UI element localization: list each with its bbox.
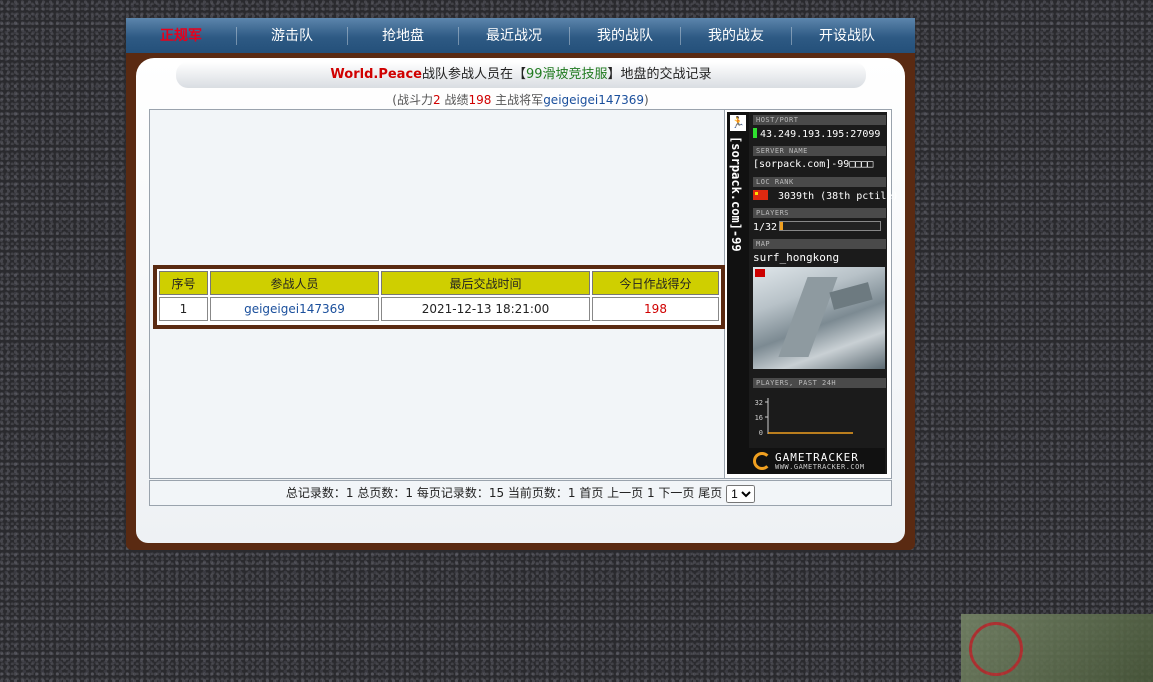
server-name-label: SERVER NAME [753, 146, 886, 156]
host-label: HOST/PORT [753, 115, 886, 125]
rank-value: 3039th (38th pctile) [753, 190, 898, 202]
team-stats: (战斗力2 战绩198 主战将军geigeigei147369) [136, 91, 905, 108]
nav-grab-territory[interactable]: 抢地盘 [348, 26, 459, 45]
banner-vertical-title: [sorpack.com]-99 [729, 136, 743, 252]
records-area: 序号 参战人员 最后交战时间 今日作战得分 1 geigeigei147369 [150, 110, 725, 478]
table-row: 1 geigeigei147369 2021-12-13 18:21:00 19… [159, 297, 719, 321]
server-name-link[interactable]: 99滑坡竞技服 [526, 67, 608, 82]
nav-create-team[interactable]: 开设战队 [792, 27, 902, 45]
header-score: 今日作战得分 [592, 271, 719, 295]
content-frame: World.Peace战队参战人员在【99滑坡竞技服】地盘的交战记录 (战斗力2… [126, 53, 915, 550]
nav-my-friends[interactable]: 我的战友 [681, 26, 792, 45]
stats-power: 2 [432, 93, 441, 107]
map-label: MAP [753, 239, 886, 249]
rank-text: 3039th (38th pctile) [778, 191, 899, 202]
pagination-text: 总记录数：1 总页数：1 每页记录数：15 当前页数：1 首页 上一页 1 下一… [285, 486, 723, 500]
runner-icon: 🏃 [730, 115, 746, 131]
page-select[interactable]: 1 [726, 484, 756, 503]
map-preview-image [753, 267, 885, 369]
server-banner-area: 🏃 [sorpack.com]-99 HOST/PORT 43.249.193.… [725, 110, 898, 478]
stats-label-record: 战绩 [440, 93, 469, 107]
gametracker-banner[interactable]: 🏃 [sorpack.com]-99 HOST/PORT 43.249.193.… [727, 112, 898, 474]
title-text-1: 战队参战人员在【 [421, 67, 526, 82]
gametracker-logo-url: WWW.GAMETRACKER.COM [775, 463, 865, 471]
table-header-row: 序号 参战人员 最后交战时间 今日作战得分 [159, 271, 719, 295]
past-24h-label: PLAYERS, PAST 24H [753, 378, 886, 388]
map-ramp-shape-1 [778, 277, 838, 357]
players-label: PLAYERS [753, 208, 886, 218]
content-panel: World.Peace战队参战人员在【99滑坡竞技服】地盘的交战记录 (战斗力2… [136, 58, 905, 543]
stats-label-power: (战斗力 [392, 93, 433, 107]
players-bar [779, 221, 882, 231]
nav-my-team[interactable]: 我的战队 [570, 26, 681, 45]
records-table-box: 序号 参战人员 最后交战时间 今日作战得分 1 geigeigei147369 [153, 265, 725, 329]
stats-close: ) [644, 93, 649, 107]
header-last-time: 最后交战时间 [381, 271, 590, 295]
nav-regular-army[interactable]: 正规军 [126, 26, 237, 45]
players-bar-fill [780, 222, 784, 230]
loc-rank-label: LOC RANK [753, 177, 886, 187]
chart-tick-0: 0 [759, 429, 763, 437]
host-value: 43.249.193.195:27099 [753, 128, 880, 140]
content-area: 序号 参战人员 最后交战时间 今日作战得分 1 geigeigei147369 [149, 109, 898, 479]
chart-tick-16: 16 [755, 414, 763, 422]
page-title: World.Peace战队参战人员在【99滑坡竞技服】地盘的交战记录 [176, 62, 866, 88]
top-nav: 正规军 游击队 抢地盘 最近战况 我的战队 我的战友 开设战队 [126, 18, 915, 53]
header-index: 序号 [159, 271, 208, 295]
chart-tick-32: 32 [755, 399, 763, 407]
host-text: 43.249.193.195:27099 [760, 129, 881, 140]
players-value: 1/32 [753, 221, 882, 233]
stats-general-link[interactable]: geigeigei147369 [543, 93, 644, 107]
team-name[interactable]: World.Peace [330, 67, 422, 82]
header-player: 参战人员 [210, 271, 379, 295]
cell-index: 1 [159, 297, 208, 321]
players-text: 1/32 [753, 222, 778, 233]
records-table: 序号 参战人员 最后交战时间 今日作战得分 1 geigeigei147369 [157, 269, 721, 323]
gametracker-logo[interactable]: GAMETRACKER WWW.GAMETRACKER.COM [749, 448, 885, 474]
stats-record: 198 [468, 93, 492, 107]
china-flag-icon [753, 190, 768, 200]
map-badge-icon [755, 269, 765, 277]
nav-recent-battles[interactable]: 最近战况 [459, 26, 570, 45]
cell-score: 198 [592, 297, 719, 321]
title-text-2: 】地盘的交战记录 [607, 67, 712, 82]
cell-time: 2021-12-13 18:21:00 [381, 297, 590, 321]
map-value: surf_hongkong [753, 251, 840, 264]
map-ramp-shape-2 [829, 282, 873, 310]
main-wrapper: 正规军 游击队 抢地盘 最近战况 我的战队 我的战友 开设战队 World.Pe… [126, 18, 915, 550]
status-online-icon [753, 128, 757, 138]
server-name-value: [sorpack.com]-99□□□□ [753, 159, 874, 170]
cell-player-link[interactable]: geigeigei147369 [210, 297, 379, 321]
players-24h-chart: 32 16 0 [755, 398, 853, 437]
corner-watermark-logo [961, 614, 1153, 682]
nav-guerrilla[interactable]: 游击队 [237, 26, 348, 45]
gametracker-logo-icon [753, 452, 771, 470]
banner-side-strip: 🏃 [sorpack.com]-99 [727, 112, 749, 474]
pagination-bar: 总记录数：1 总页数：1 每页记录数：15 当前页数：1 首页 上一页 1 下一… [149, 480, 892, 506]
watermark-circle-icon [969, 622, 1023, 676]
stats-label-general: 主战将军 [491, 93, 544, 107]
